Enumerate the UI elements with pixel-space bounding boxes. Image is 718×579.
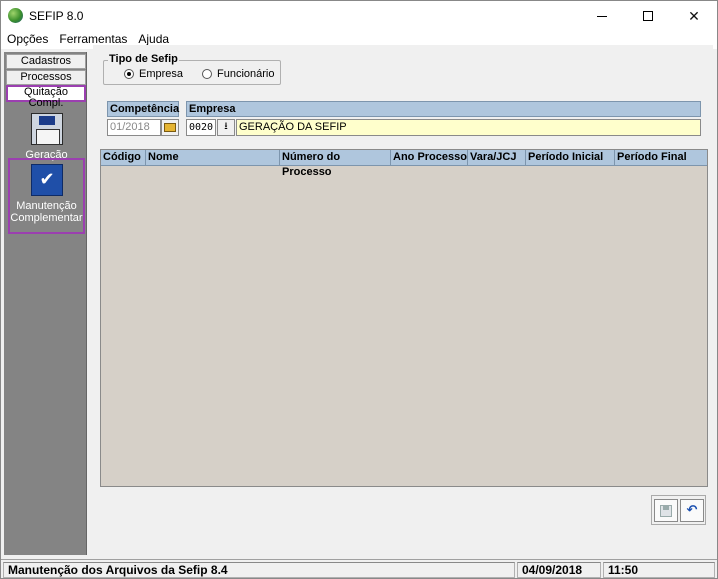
undo-button[interactable]: ↶ [680, 499, 704, 522]
minimize-button[interactable] [579, 1, 625, 31]
tipo-sefip-legend: Tipo de Sefip [108, 53, 179, 65]
undo-icon: ↶ [686, 503, 698, 518]
close-button[interactable]: ✕ [671, 1, 717, 31]
col-nome[interactable]: Nome [146, 150, 280, 165]
manutencao-label-line2: Complementar [10, 212, 83, 224]
col-periodo-inicial[interactable]: Período Inicial [526, 150, 615, 165]
status-time: 11:50 [603, 562, 715, 578]
competencia-input[interactable]: 01/2018 [107, 119, 161, 136]
empresa-name-field[interactable]: GERAÇÃO DA SEFIP [236, 119, 701, 136]
title-bar: SEFIP 8.0 ✕ [1, 1, 717, 31]
maximize-button[interactable] [625, 1, 671, 31]
disk-icon [30, 113, 63, 145]
app-window: SEFIP 8.0 ✕ Opções Ferramentas Ajuda Cad… [0, 0, 718, 579]
col-numero-processo[interactable]: Número do Processo [280, 150, 391, 178]
save-button[interactable] [654, 499, 678, 522]
close-icon: ✕ [688, 7, 700, 24]
empresa-code-field[interactable]: 0020 [186, 119, 216, 136]
download-arrow-icon: ⭳ [224, 121, 228, 132]
status-message: Manutenção dos Arquivos da Sefip 8.4 [3, 562, 515, 578]
sidebar-tab-processos[interactable]: Processos [6, 70, 86, 85]
col-codigo[interactable]: Código [101, 150, 146, 165]
main-panel: Tipo de Sefip Empresa Funcionário Compet… [93, 45, 713, 555]
manutencao-complementar-action[interactable]: Manutenção Complementar [8, 158, 85, 234]
grid-header: Código Nome Número do Processo Ano Proce… [101, 150, 707, 178]
radio-funcionario[interactable]: Funcionário [202, 68, 274, 80]
col-ano-processo[interactable]: Ano Processo [391, 150, 468, 165]
sefip-logo-icon [8, 8, 23, 23]
status-date: 04/09/2018 [517, 562, 601, 578]
action-buttons: ↶ [651, 495, 706, 525]
sidebar-tab-cadastros[interactable]: Cadastros [6, 54, 86, 69]
folder-icon [164, 123, 176, 132]
radio-funcionario-dot [202, 69, 212, 79]
radio-empresa[interactable]: Empresa [124, 68, 183, 80]
col-periodo-final[interactable]: Período Final [615, 150, 707, 165]
window-title: SEFIP 8.0 [29, 9, 84, 23]
competencia-label: Competência [107, 101, 179, 117]
processos-grid[interactable]: Código Nome Número do Processo Ano Proce… [100, 149, 708, 487]
manutencao-label-line1: Manutenção [16, 200, 77, 212]
col-vara-jcj[interactable]: Vara/JCJ [468, 150, 526, 165]
competencia-folder-button[interactable] [161, 119, 179, 136]
radio-empresa-label: Empresa [139, 68, 184, 80]
minimize-icon [597, 15, 607, 17]
save-icon [660, 504, 672, 517]
status-bar: Manutenção dos Arquivos da Sefip 8.4 04/… [1, 559, 717, 578]
tipo-sefip-group: Tipo de Sefip Empresa Funcionário [103, 53, 281, 85]
radio-funcionario-label: Funcionário [217, 68, 275, 80]
checklist-icon [30, 164, 63, 196]
geracao-action[interactable]: Geração [8, 110, 85, 161]
empresa-label: Empresa [186, 101, 701, 117]
radio-empresa-dot [124, 69, 134, 79]
menu-opcoes[interactable]: Opções [1, 31, 53, 49]
sidebar-tab-quitacao-compl[interactable]: Quitação Compl. [6, 85, 86, 109]
sidebar: Cadastros Processos Quitação Compl. Gera… [4, 52, 87, 555]
maximize-icon [643, 11, 653, 21]
empresa-dropdown-button[interactable]: ⭳ [217, 119, 235, 136]
